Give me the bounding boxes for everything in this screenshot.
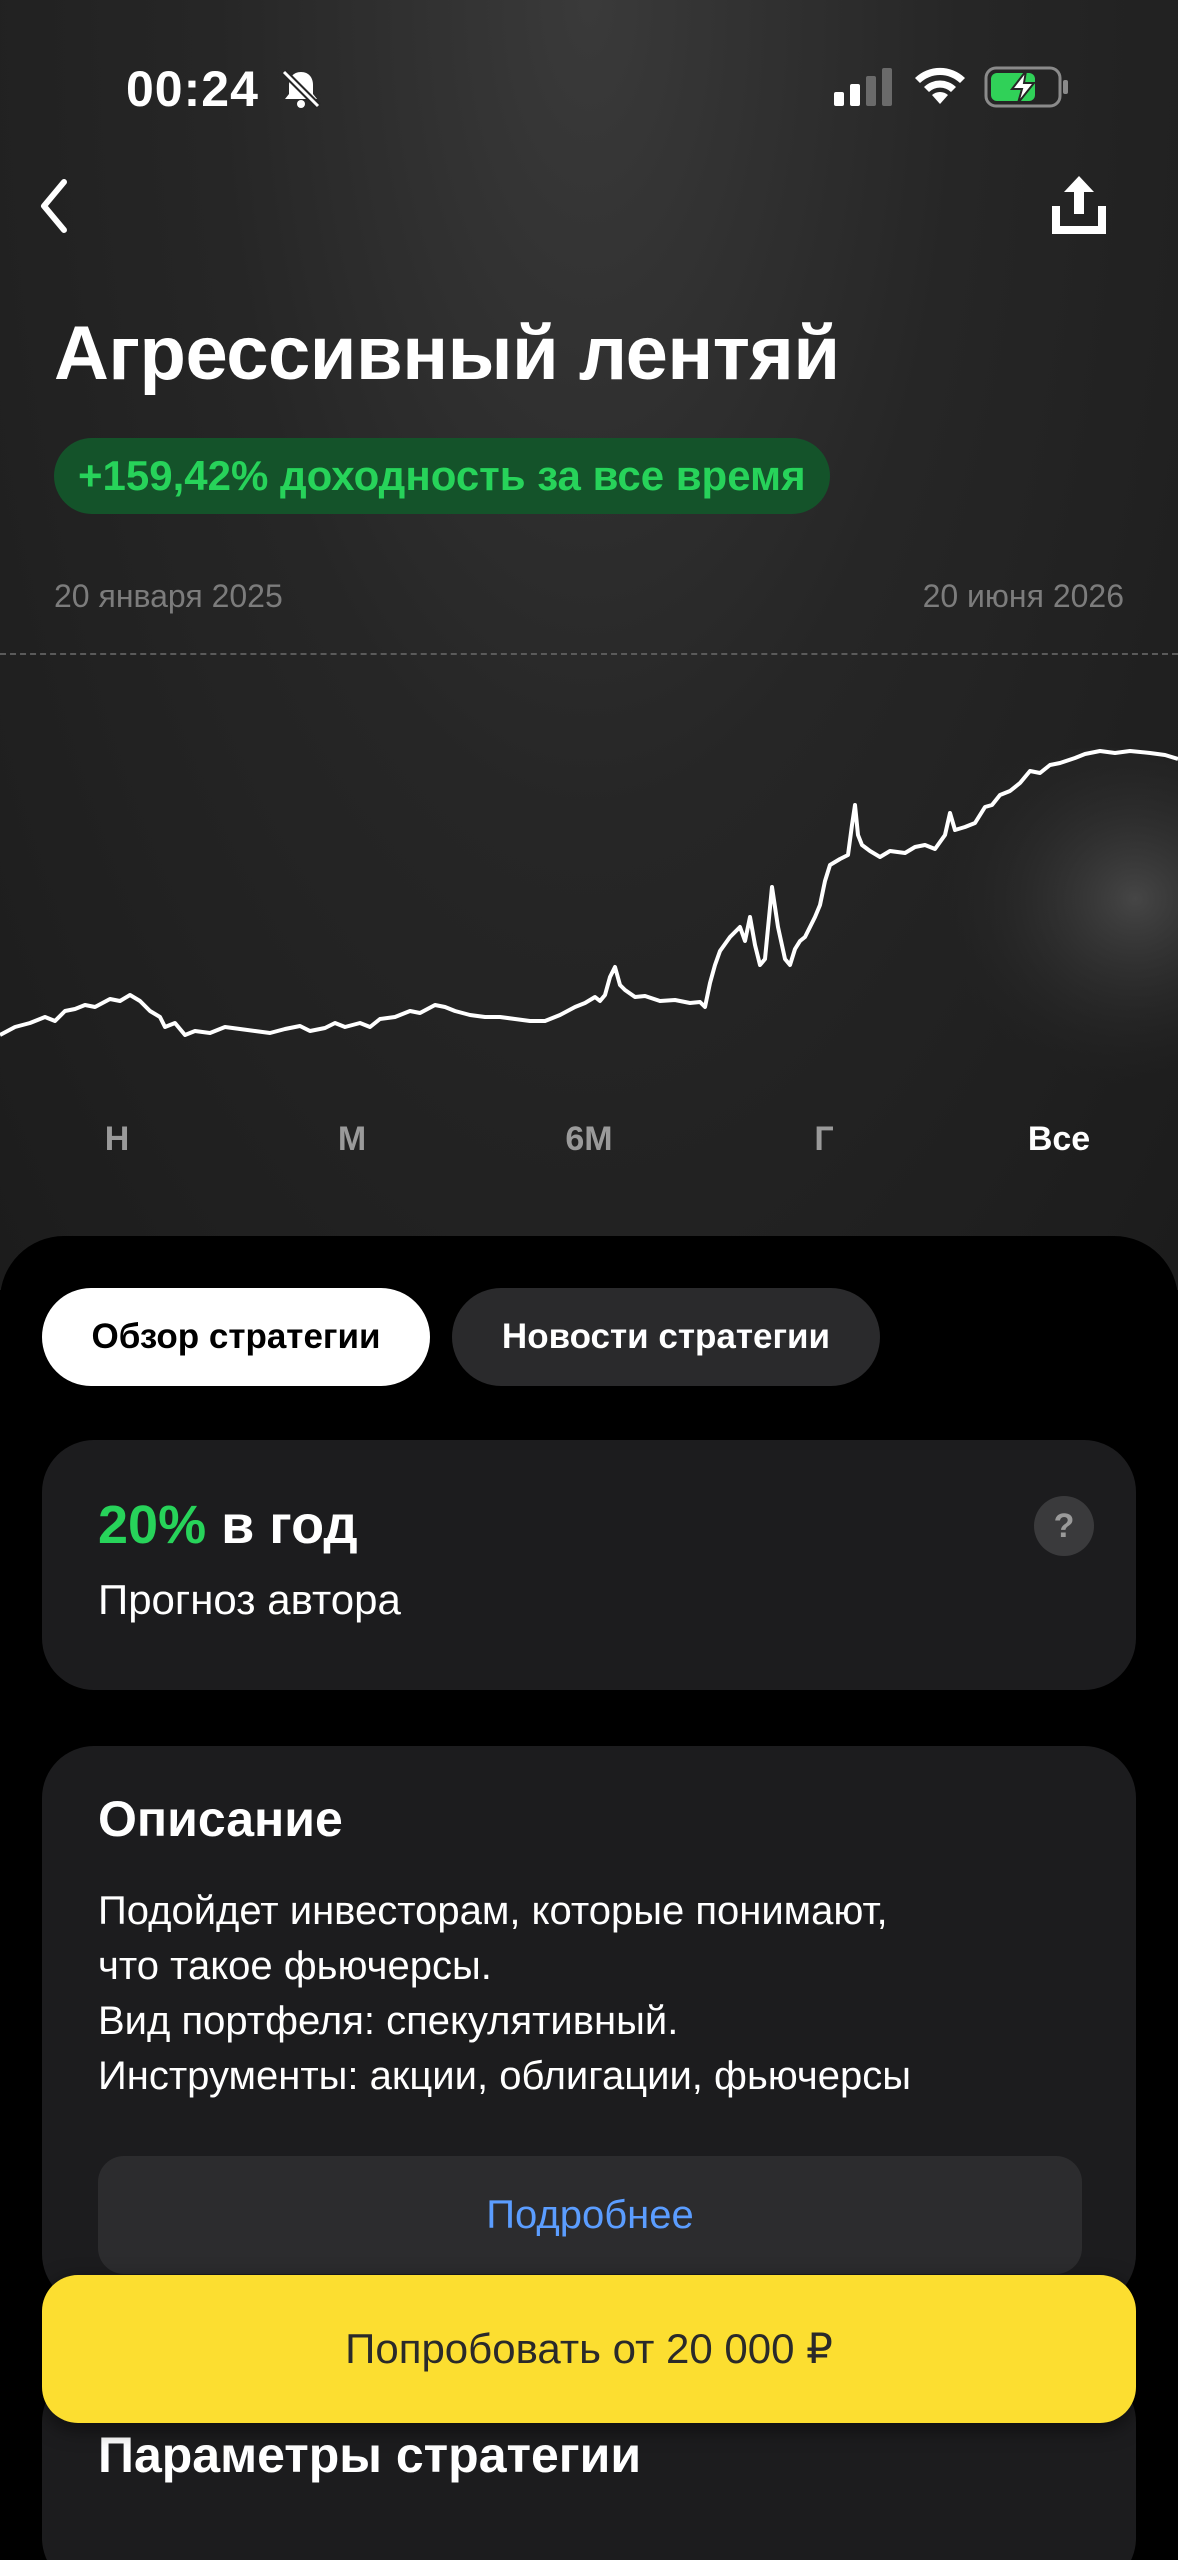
tab-news[interactable]: Новости стратегии	[452, 1288, 880, 1386]
description-text: Подойдет инвесторам, которые понимают, ч…	[98, 1884, 1108, 2104]
period-year[interactable]: Г	[764, 1120, 884, 1159]
chart-end-date: 20 июня 2026	[922, 578, 1124, 614]
description-line: Вид портфеля: спекулятивный.	[98, 1999, 679, 2043]
period-all[interactable]: Все	[999, 1120, 1119, 1159]
page-title: Агрессивный лентяй	[54, 311, 840, 396]
share-icon[interactable]	[1046, 170, 1112, 242]
chevron-left-icon[interactable]	[30, 168, 90, 244]
try-strategy-button[interactable]: Попробовать от 20 000 ₽	[42, 2275, 1136, 2423]
parameters-title: Параметры стратегии	[98, 2427, 642, 2483]
description-card: Описание Подойдет инвесторам, которые по…	[42, 1746, 1136, 2306]
period-selector: Н М 6М Г Все	[0, 1120, 1178, 1170]
wifi-icon	[915, 67, 965, 104]
battery-charging-icon	[984, 66, 1068, 108]
help-icon[interactable]: ?	[1034, 1496, 1094, 1556]
forecast-card: 20% в год Прогноз автора ?	[42, 1440, 1136, 1690]
yield-badge: +159,42% доходность за все время	[54, 438, 830, 514]
forecast-value: 20% в год	[98, 1494, 358, 1556]
period-month[interactable]: М	[292, 1120, 412, 1159]
period-6-months[interactable]: 6М	[529, 1120, 649, 1159]
hero-section	[0, 0, 1178, 1290]
description-line: что такое фьючерсы.	[98, 1944, 492, 1988]
forecast-percent: 20%	[98, 1495, 207, 1555]
tab-overview[interactable]: Обзор стратегии	[42, 1288, 430, 1386]
forecast-subtitle: Прогноз автора	[98, 1576, 401, 1623]
forecast-suffix: в год	[221, 1495, 358, 1555]
signal-icon	[834, 68, 892, 106]
description-line: Инструменты: акции, облигации, фьючерсы	[98, 2054, 911, 2098]
description-title: Описание	[98, 1791, 343, 1847]
period-week[interactable]: Н	[57, 1120, 177, 1159]
bell-slash-icon	[281, 69, 321, 109]
description-line: Подойдет инвесторам, которые понимают,	[98, 1889, 888, 1933]
status-time: 00:24	[126, 61, 259, 117]
status-bar: 00:24	[0, 52, 1178, 122]
chart-start-date: 20 января 2025	[54, 578, 283, 614]
performance-chart[interactable]	[0, 655, 1178, 1085]
more-button[interactable]: Подробнее	[98, 2156, 1082, 2274]
